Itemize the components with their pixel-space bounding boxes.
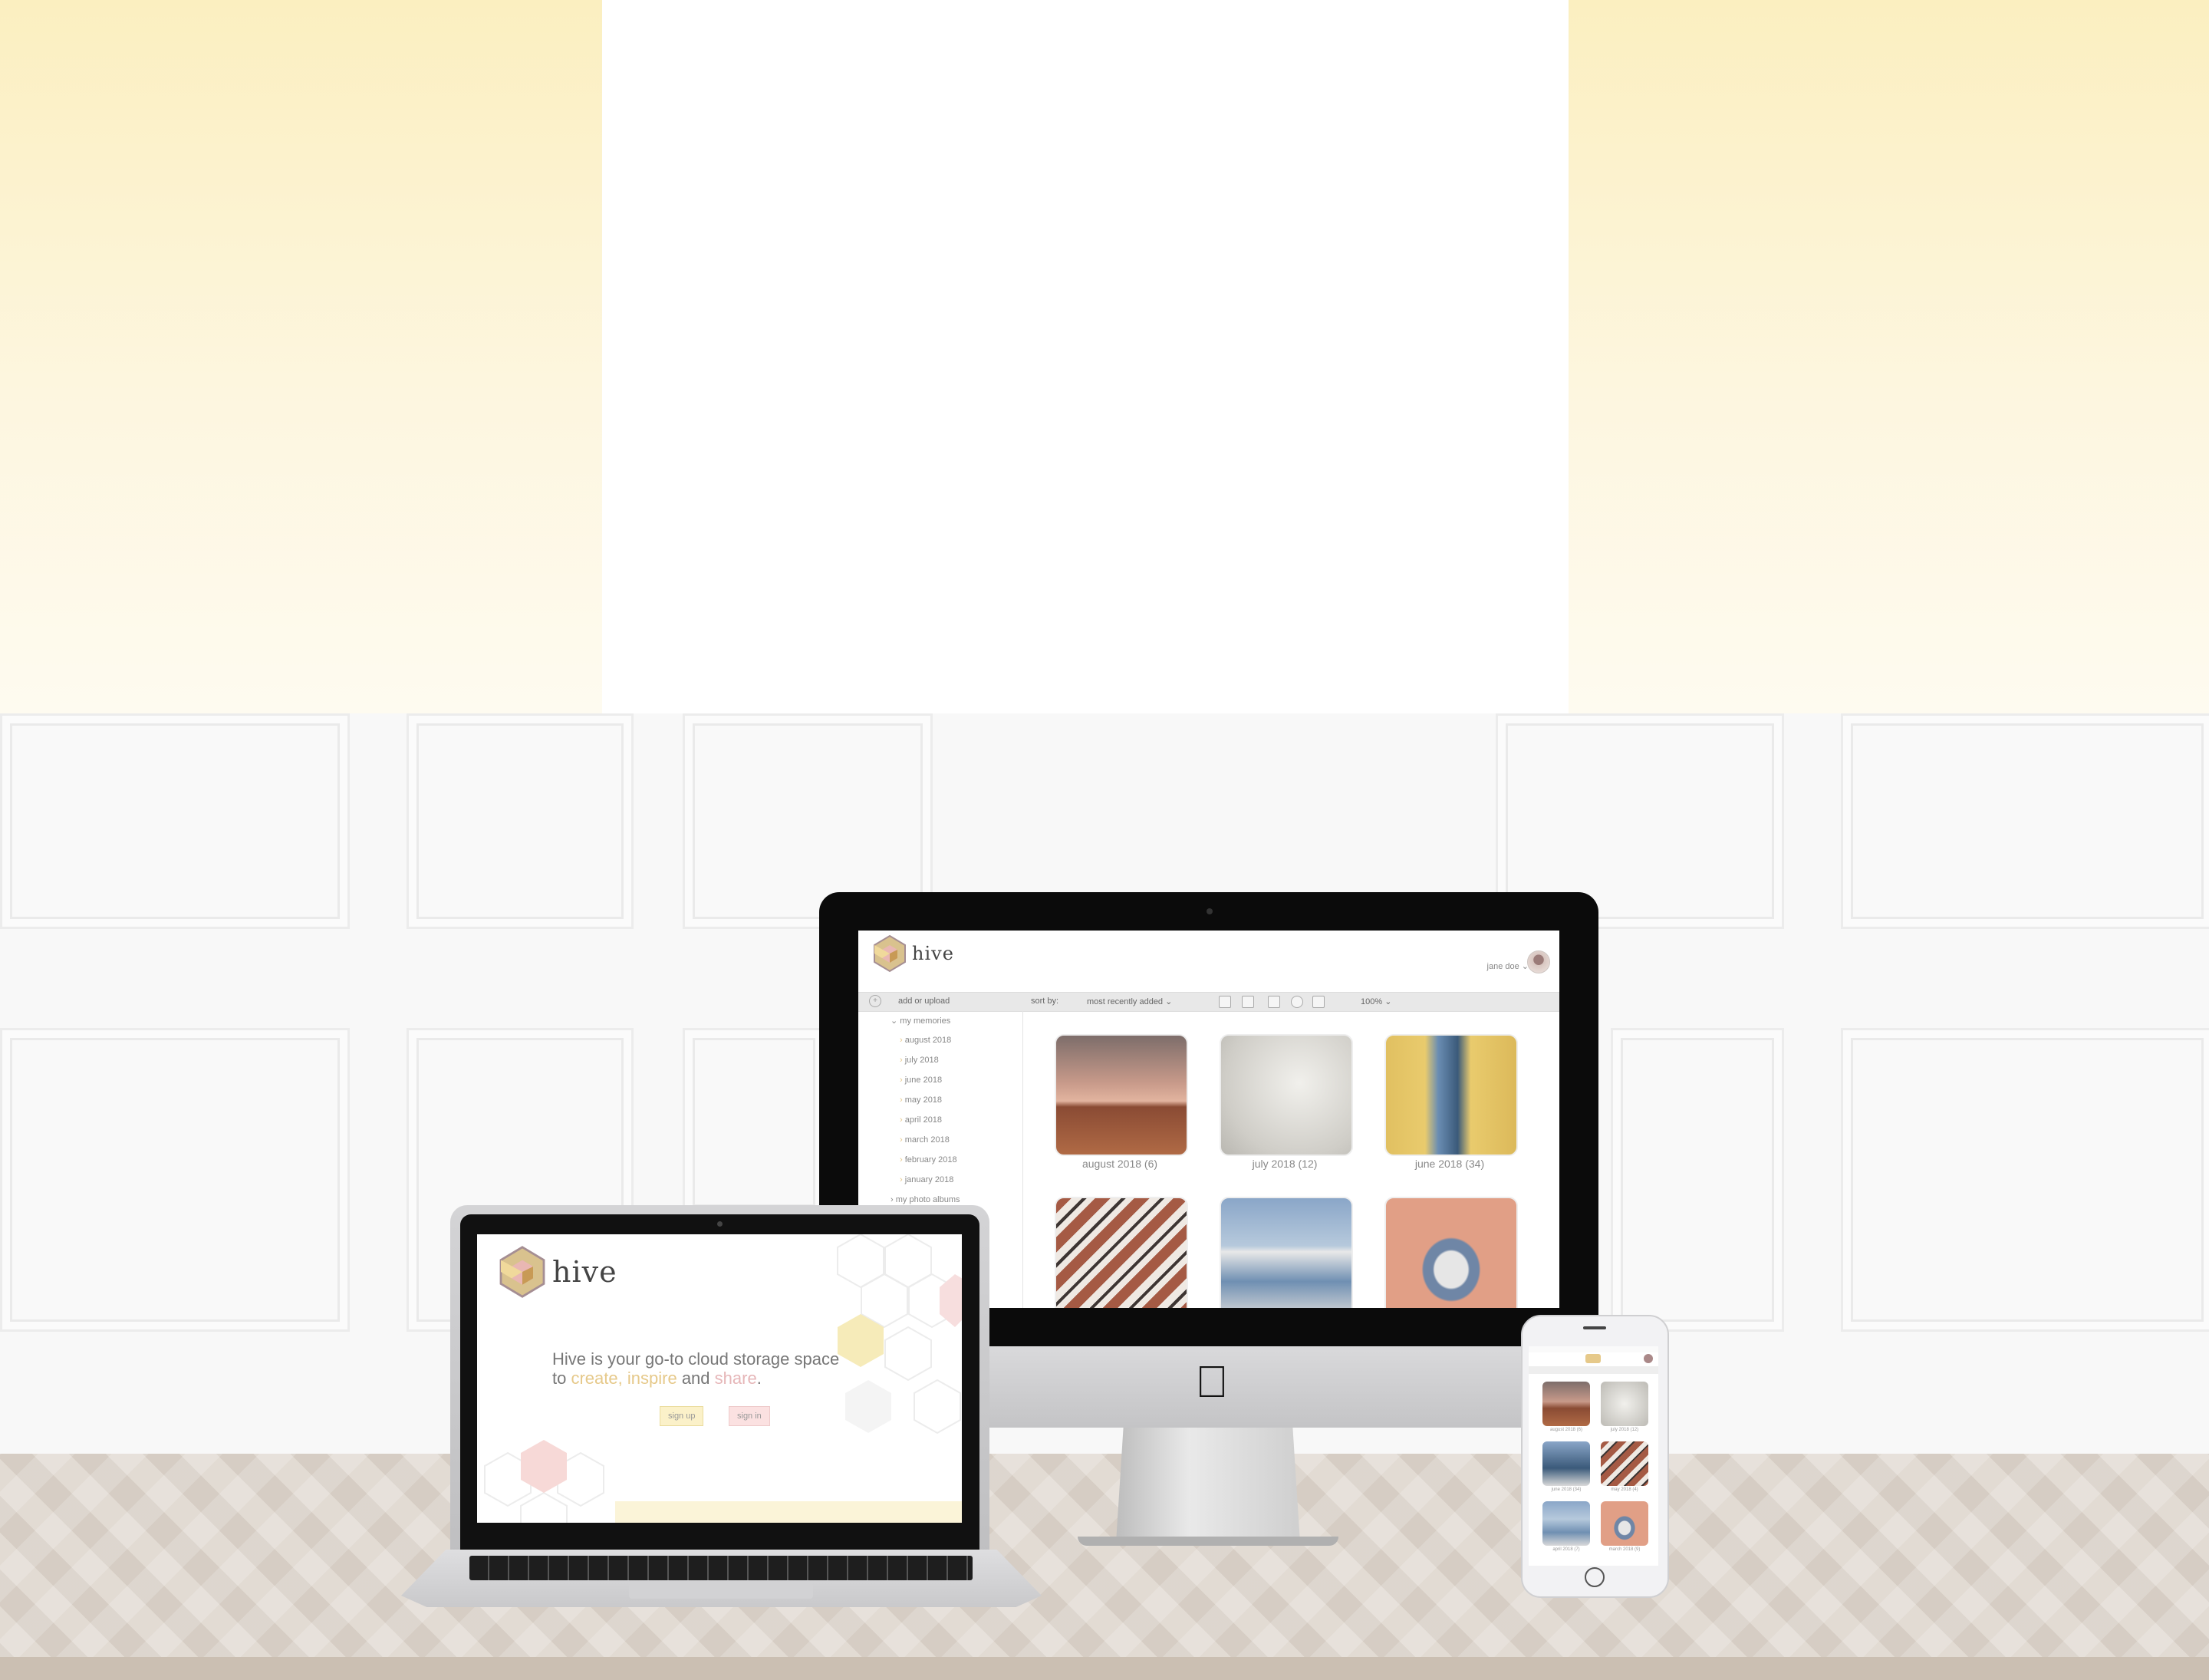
camera-icon	[1207, 908, 1213, 914]
sign-up-button[interactable]: sign up	[660, 1406, 704, 1426]
imac-stand	[1116, 1428, 1300, 1543]
album-caption: may 2018 (4)	[1611, 1487, 1638, 1492]
chevron-right-icon: ›	[900, 1056, 905, 1065]
chevron-right-icon: ›	[900, 1155, 905, 1164]
hero-text: Hive is your go-to cloud storage space t…	[552, 1349, 840, 1388]
phone-screen: august 2018 (6) july 2018 (12) june 2018…	[1529, 1346, 1658, 1566]
chevron-right-icon: ›	[900, 1175, 905, 1184]
hive-cube-icon	[499, 1246, 545, 1298]
album-caption: april 2018 (7)	[1552, 1547, 1580, 1552]
chevron-right-icon: ›	[891, 1195, 896, 1204]
globe-icon[interactable]	[1291, 996, 1303, 1008]
hive-logo[interactable]	[1585, 1354, 1601, 1363]
album-caption: july 2018 (12)	[1252, 1158, 1318, 1170]
sidebar-item-photo-albums[interactable]: › my photo albums	[891, 1195, 960, 1204]
imac-stand-foot	[1078, 1537, 1338, 1546]
camera-icon	[717, 1221, 723, 1227]
trackpad	[629, 1583, 813, 1599]
chevron-right-icon: ›	[900, 1135, 905, 1145]
herringbone-floor	[0, 1454, 2209, 1680]
speaker-icon	[1583, 1326, 1606, 1329]
toolbar: + add or upload sort by: most recently a…	[858, 992, 1559, 1012]
sidebar-item-month[interactable]: › june 2018	[900, 1076, 942, 1085]
avatar[interactable]	[1644, 1354, 1653, 1363]
balcony-photo[interactable]	[1384, 1034, 1518, 1156]
sidebar-item-month[interactable]: › january 2018	[900, 1175, 953, 1184]
album-caption: july 2018 (12)	[1610, 1428, 1639, 1432]
video-icon[interactable]	[1268, 996, 1280, 1008]
document-icon[interactable]	[1219, 996, 1231, 1008]
people-icon[interactable]	[1312, 996, 1325, 1008]
logo-wordmark: hive	[552, 1255, 617, 1289]
building-stairs-photo[interactable]	[1220, 1197, 1353, 1308]
sidebar-item-month[interactable]: › july 2018	[900, 1056, 939, 1065]
album-caption: march 2018 (9)	[1608, 1547, 1641, 1552]
white-relief-photo[interactable]	[1220, 1034, 1353, 1156]
sidebar-item-month[interactable]: › may 2018	[900, 1095, 942, 1105]
sign-in-button[interactable]: sign in	[729, 1406, 770, 1426]
chevron-down-icon: ⌄	[891, 1016, 900, 1026]
chevron-right-icon: ›	[900, 1115, 905, 1125]
hive-logo[interactable]: hive	[495, 1245, 617, 1299]
sidebar-item-month[interactable]: › february 2018	[900, 1155, 957, 1164]
image-icon[interactable]	[1242, 996, 1254, 1008]
sidebar-item-my-memories[interactable]: ⌄ my memories	[891, 1016, 950, 1026]
add-icon[interactable]: +	[869, 995, 881, 1007]
building-stairs-photo[interactable]	[1542, 1501, 1590, 1546]
zoom-dropdown[interactable]: 100% ⌄	[1361, 996, 1391, 1006]
user-menu[interactable]: jane doe ⌄	[1487, 961, 1529, 971]
home-button[interactable]	[1585, 1567, 1605, 1587]
tile-pattern-photo[interactable]	[1055, 1197, 1188, 1308]
palm-tree-sunset-photo[interactable]	[1055, 1034, 1188, 1156]
hive-logo[interactable]: hive	[871, 934, 954, 973]
floor-edge	[0, 1657, 2209, 1680]
album-caption: august 2018 (6)	[1081, 1158, 1158, 1170]
keyboard	[469, 1556, 973, 1580]
sidebar-item-month[interactable]: › april 2018	[900, 1115, 942, 1125]
statue-niche-photo[interactable]	[1601, 1501, 1648, 1546]
logo-wordmark: hive	[912, 943, 954, 964]
phone-status-bar	[1529, 1346, 1658, 1352]
blank-white-area	[602, 0, 1569, 713]
sort-label: sort by:	[1031, 996, 1059, 1006]
chevron-right-icon: ›	[900, 1095, 905, 1105]
white-relief-photo[interactable]	[1601, 1382, 1648, 1426]
avatar[interactable]	[1527, 950, 1550, 973]
phone-toolbar	[1529, 1366, 1658, 1374]
sidebar-item-month[interactable]: › august 2018	[900, 1036, 951, 1045]
album-caption: june 2018 (34)	[1551, 1487, 1582, 1492]
album-caption: june 2018 (34)	[1414, 1158, 1485, 1170]
building-stairs-photo[interactable]	[1542, 1441, 1590, 1486]
sort-dropdown[interactable]: most recently added ⌄	[1087, 996, 1172, 1006]
laptop-screen: hive Hive is your go-to cloud storage sp…	[477, 1234, 962, 1523]
album-caption: august 2018 (6)	[1549, 1428, 1583, 1432]
statue-niche-photo[interactable]	[1384, 1197, 1518, 1308]
sidebar-item-month[interactable]: › march 2018	[900, 1135, 950, 1145]
hive-cube-icon	[874, 934, 906, 973]
apple-logo-icon: 	[1193, 1359, 1231, 1405]
chevron-right-icon: ›	[900, 1076, 905, 1085]
tile-pattern-photo[interactable]	[1601, 1441, 1648, 1486]
palm-tree-sunset-photo[interactable]	[1542, 1382, 1590, 1426]
chevron-right-icon: ›	[900, 1036, 905, 1045]
add-upload-button[interactable]: add or upload	[898, 996, 950, 1006]
